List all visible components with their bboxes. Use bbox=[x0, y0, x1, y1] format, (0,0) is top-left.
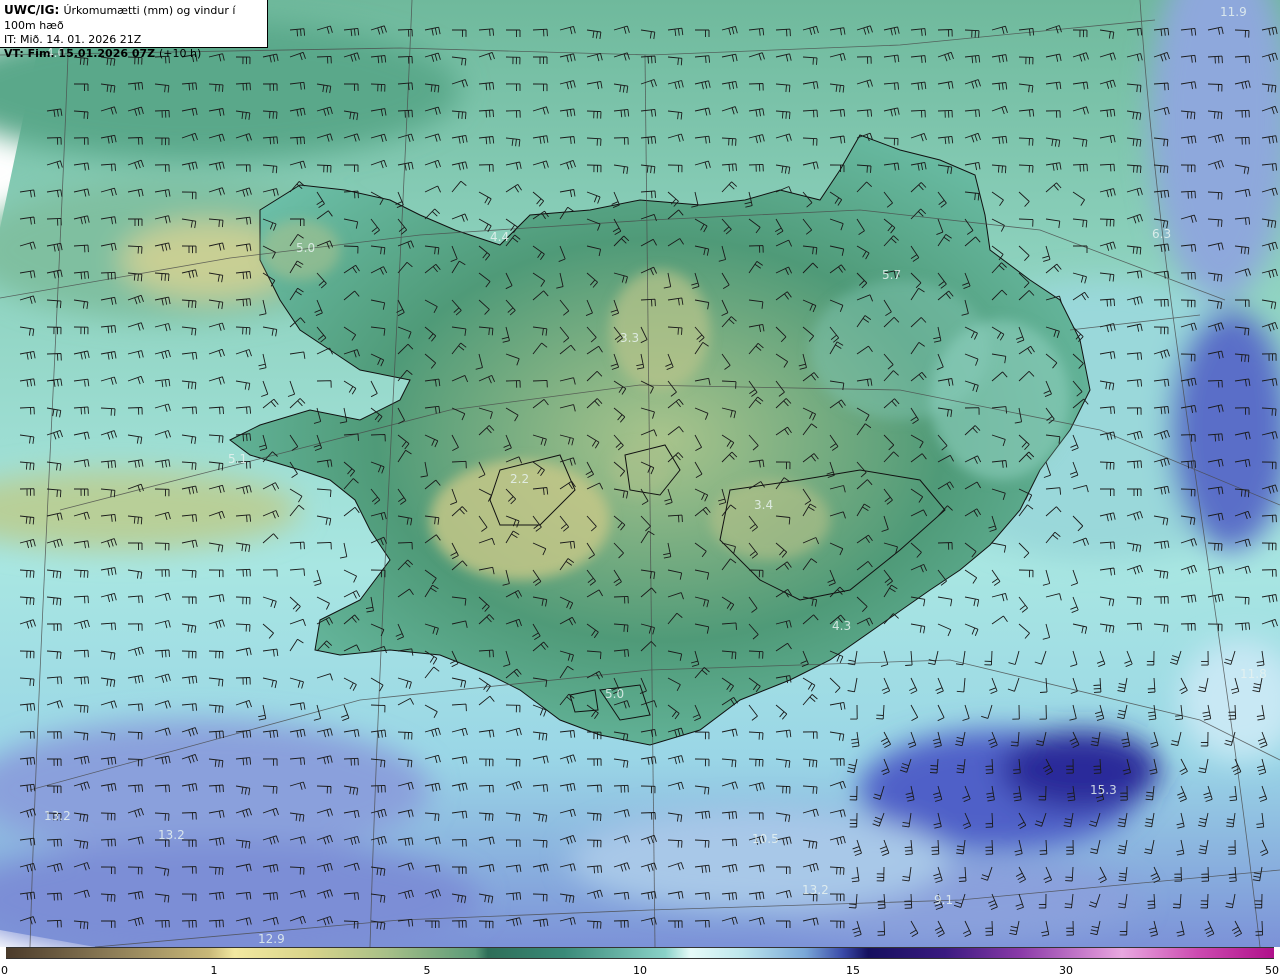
value-label: 10.5 bbox=[752, 832, 779, 846]
map-title-line: UWC/IG: Úrkomumætti (mm) og vindur í 100… bbox=[4, 3, 263, 33]
value-label: 12.9 bbox=[258, 932, 285, 946]
precipitable-water-map: 11.9 4.0 5.0 4.4 6.3 5.7 3.3 5.1 2.2 3.4… bbox=[0, 0, 1280, 947]
lead-time: (+10 h) bbox=[158, 47, 202, 60]
value-label: 5.1 bbox=[228, 452, 247, 466]
value-label: 13.2 bbox=[802, 883, 829, 897]
value-label: 5.7 bbox=[882, 268, 901, 282]
colorbar-tick: 15 bbox=[846, 964, 860, 977]
value-label: 11.9 bbox=[1220, 5, 1247, 19]
valid-time-line: VT: Fim. 15.01.2026 07Z (+10 h) bbox=[4, 47, 263, 61]
value-label: 3.4 bbox=[754, 498, 773, 512]
colorbar-tick: 50 bbox=[1265, 964, 1279, 977]
value-label: 15.3 bbox=[1090, 783, 1117, 797]
value-label: 5.0 bbox=[605, 687, 624, 701]
value-label: 5.0 bbox=[296, 241, 315, 255]
colorbar-tick: 0 bbox=[1, 964, 8, 977]
valid-prefix: VT: bbox=[4, 47, 24, 60]
map-info-box: UWC/IG: Úrkomumætti (mm) og vindur í 100… bbox=[0, 0, 268, 60]
colorbar-tick: 10 bbox=[633, 964, 647, 977]
value-label: 4.3 bbox=[832, 619, 851, 633]
colorbar: 0 1 5 10 15 30 50 bbox=[0, 947, 1280, 978]
value-label: 13.2 bbox=[158, 828, 185, 842]
colorbar-tick: 1 bbox=[210, 964, 218, 977]
value-label: 3.3 bbox=[620, 331, 639, 345]
valid-time: Fim. 15.01.2026 07Z bbox=[27, 47, 156, 60]
colorbar-strip bbox=[6, 947, 1274, 959]
model-name: UWC/IG: bbox=[4, 3, 60, 17]
value-label: 4.4 bbox=[490, 230, 509, 244]
value-label: 13.2 bbox=[44, 809, 71, 823]
colorbar-tick: 30 bbox=[1059, 964, 1073, 977]
map-viewer: 11.9 4.0 5.0 4.4 6.3 5.7 3.3 5.1 2.2 3.4… bbox=[0, 0, 1280, 978]
colorbar-tick: 5 bbox=[423, 964, 431, 977]
value-label: 6.3 bbox=[1152, 227, 1171, 241]
value-label: 9.1 bbox=[934, 893, 953, 907]
value-label: 2.2 bbox=[510, 472, 529, 486]
init-time: IT: Mið. 14. 01. 2026 21Z bbox=[4, 33, 142, 46]
value-label: 11.8 bbox=[1240, 667, 1267, 681]
